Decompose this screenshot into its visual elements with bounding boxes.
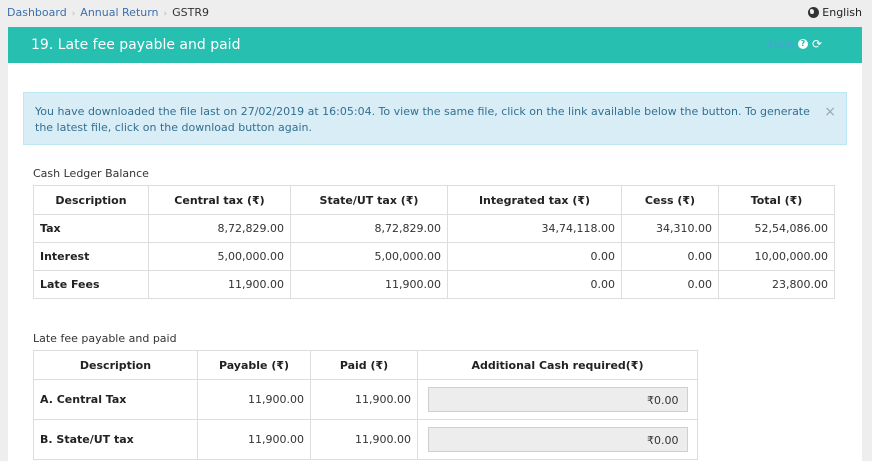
table-row: B. State/UT tax 11,900.00 11,900.00 ₹0.0… [33,419,698,460]
row-description: B. State/UT tax [33,419,198,460]
column-header: Integrated tax (₹) [447,185,622,215]
table-cell: 0.00 [447,270,622,299]
globe-icon [808,7,820,18]
language-selector[interactable]: English [808,6,862,19]
table-cell: 11,900.00 [290,270,448,299]
alert-message: You have downloaded the file last on 27/… [35,105,810,134]
breadcrumb-separator: › [163,9,168,19]
table-row: A. Central Tax 11,900.00 11,900.00 ₹0.00 [33,379,698,420]
column-header: Payable (₹) [197,350,311,380]
question-icon: ? [797,39,808,49]
section-header: 19. Late fee payable and paid Help ? ⟳ [8,27,862,63]
table-cell: 0.00 [621,242,719,271]
table-cell: 5,00,000.00 [148,242,291,271]
breadcrumb: Dashboard › Annual Return › GSTR9 [7,6,209,19]
breadcrumb-separator: › [71,9,76,19]
table-cell: 11,900.00 [197,379,311,420]
breadcrumb-current: GSTR9 [172,6,210,19]
help-label: Help [768,37,794,51]
table-cell: 8,72,829.00 [290,214,448,243]
late-fee-label: Late fee payable and paid [33,332,177,345]
column-header: Paid (₹) [310,350,418,380]
info-alert: You have downloaded the file last on 27/… [23,92,847,145]
row-description: A. Central Tax [33,379,198,420]
table-cell: 0.00 [621,270,719,299]
help-link[interactable]: Help ? ⟳ [769,37,822,51]
column-header: State/UT tax (₹) [290,185,448,215]
late-fee-table: Description Payable (₹) Paid (₹) Additio… [33,350,698,460]
column-header: Total (₹) [718,185,835,215]
column-header: Cess (₹) [621,185,719,215]
column-header: Description [33,185,149,215]
table-cell: 23,800.00 [718,270,835,299]
column-header: Description [33,350,198,380]
close-icon[interactable]: × [824,104,836,120]
top-bar: Dashboard › Annual Return › GSTR9 English [0,0,872,27]
table-cell: 11,900.00 [197,419,311,460]
table-cell: 0.00 [447,242,622,271]
breadcrumb-dashboard[interactable]: Dashboard [7,6,67,19]
column-header: Central tax (₹) [148,185,291,215]
cash-ledger-label: Cash Ledger Balance [33,167,149,180]
row-description: Late Fees [33,270,149,299]
table-cell: 34,310.00 [621,214,719,243]
page-title: 19. Late fee payable and paid [31,37,241,53]
table-row: Late Fees 11,900.00 11,900.00 0.00 0.00 … [33,270,835,299]
table-row: Interest 5,00,000.00 5,00,000.00 0.00 0.… [33,242,835,271]
table-cell: ₹0.00 [417,419,698,460]
table-cell: ₹0.00 [417,379,698,420]
content-panel: You have downloaded the file last on 27/… [8,63,862,461]
refresh-icon[interactable]: ⟳ [812,37,822,51]
language-label: English [822,6,862,19]
table-cell: 34,74,118.00 [447,214,622,243]
table-header-row: Description Payable (₹) Paid (₹) Additio… [33,350,698,380]
row-description: Interest [33,242,149,271]
table-cell: 52,54,086.00 [718,214,835,243]
table-cell: 11,900.00 [148,270,291,299]
table-row: Tax 8,72,829.00 8,72,829.00 34,74,118.00… [33,214,835,243]
table-cell: 5,00,000.00 [290,242,448,271]
additional-cash-field[interactable]: ₹0.00 [427,427,688,452]
row-description: Tax [33,214,149,243]
table-cell: 11,900.00 [310,419,418,460]
column-header: Additional Cash required(₹) [417,350,698,380]
table-cell: 10,00,000.00 [718,242,835,271]
table-cell: 11,900.00 [310,379,418,420]
table-cell: 8,72,829.00 [148,214,291,243]
table-header-row: Description Central tax (₹) State/UT tax… [33,185,835,215]
cash-ledger-table: Description Central tax (₹) State/UT tax… [33,185,835,299]
additional-cash-field[interactable]: ₹0.00 [427,387,688,412]
breadcrumb-annual-return[interactable]: Annual Return [80,6,158,19]
